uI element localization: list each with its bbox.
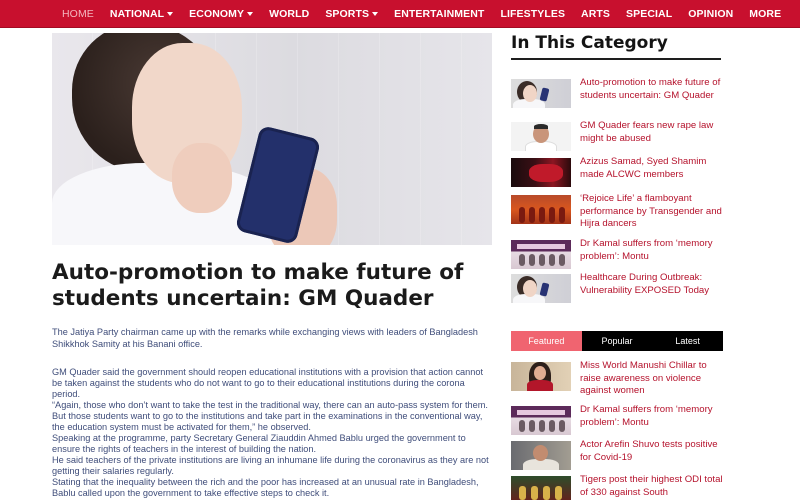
nav-item-economy[interactable]: ECONOMY <box>189 7 254 20</box>
nav-item-sports[interactable]: SPORTS <box>325 7 379 20</box>
category-item[interactable]: ‘Rejoice Life’ a flamboyant performance … <box>511 193 728 231</box>
category-item-title[interactable]: Auto-promotion to make future of student… <box>580 77 728 102</box>
cricket-crowd-thumbnail[interactable] <box>511 476 571 500</box>
category-item[interactable]: Healthcare During Outbreak: Vulnerabilit… <box>511 272 728 308</box>
article-paragraph: Stating that the inequality between the … <box>52 477 479 498</box>
nav-item-world[interactable]: WORLD <box>269 8 309 20</box>
nav-item-arts[interactable]: ARTS <box>581 8 610 20</box>
article-paragraph: GM Quader said the government should reo… <box>52 367 484 399</box>
nav-item-opinion[interactable]: OPINION <box>688 8 733 20</box>
featured-item[interactable]: Miss World Manushi Chillar to raise awar… <box>511 360 728 398</box>
nav-item-national[interactable]: NATIONAL <box>109 7 174 20</box>
category-item[interactable]: GM Quader fears new rape law might be ab… <box>511 120 728 156</box>
category-item-title[interactable]: Azizus Samad, Syed Shamim made ALCWC mem… <box>580 156 728 181</box>
category-item-title[interactable]: ‘Rejoice Life’ a flamboyant performance … <box>580 193 728 231</box>
nav-item-label: ECONOMY <box>189 7 245 20</box>
featured-item[interactable]: Dr Kamal suffers from ‘memory problem’: … <box>511 404 728 440</box>
article-title: Auto-promotion to make future of student… <box>52 260 464 311</box>
article-hero-image <box>52 33 492 245</box>
article-lead: The Jatiya Party chairman came up with t… <box>52 327 478 349</box>
featured-item[interactable]: Actor Arefin Shuvo tests positive for Co… <box>511 439 728 475</box>
man-portrait-thumbnail[interactable] <box>511 122 571 151</box>
tab-popular[interactable]: Popular <box>582 331 653 351</box>
tab-featured[interactable]: Featured <box>511 331 582 351</box>
category-item-title[interactable]: GM Quader fears new rape law might be ab… <box>580 120 728 145</box>
tab-latest[interactable]: Latest <box>652 331 723 351</box>
article-paragraph: “Again, those who don’t want to take the… <box>52 400 488 432</box>
actor-thumbnail[interactable] <box>511 441 571 470</box>
chevron-down-icon <box>247 11 254 16</box>
nav-item-entertainment[interactable]: ENTERTAINMENT <box>394 8 484 20</box>
nav-item-special[interactable]: SPECIAL <box>626 8 672 20</box>
hand-shape <box>172 143 232 213</box>
sidebar-divider <box>511 58 721 60</box>
category-item[interactable]: Dr Kamal suffers from ‘memory problem’: … <box>511 238 728 274</box>
featured-item-title[interactable]: Tigers post their highest ODI total of 3… <box>580 474 728 499</box>
article-paragraph: He said teachers of the private institut… <box>52 455 489 476</box>
featured-item-title[interactable]: Actor Arefin Shuvo tests positive for Co… <box>580 439 728 464</box>
nav-item-label: NATIONAL <box>109 7 165 20</box>
featured-item[interactable]: Tigers post their highest ODI total of 3… <box>511 474 728 500</box>
girl-phone-thumbnail[interactable] <box>511 274 571 303</box>
girl-phone-thumbnail[interactable] <box>511 79 571 108</box>
featured-item-title[interactable]: Miss World Manushi Chillar to raise awar… <box>580 360 728 398</box>
category-item-title[interactable]: Healthcare During Outbreak: Vulnerabilit… <box>580 272 728 297</box>
nav-item-lifestyles[interactable]: LIFESTYLES <box>500 8 565 20</box>
miss-world-thumbnail[interactable] <box>511 362 571 391</box>
press-event-thumbnail[interactable] <box>511 240 571 269</box>
chevron-down-icon <box>167 11 174 16</box>
featured-item-title[interactable]: Dr Kamal suffers from ‘memory problem’: … <box>580 404 728 429</box>
red-event-thumbnail[interactable] <box>511 158 571 187</box>
nav-item-label: SPORTS <box>325 7 370 20</box>
category-item[interactable]: Azizus Samad, Syed Shamim made ALCWC mem… <box>511 156 728 192</box>
stage-dancers-thumbnail[interactable] <box>511 195 571 224</box>
article-paragraph: Speaking at the programme, party Secreta… <box>52 433 466 454</box>
article-body: GM Quader said the government should reo… <box>52 367 492 499</box>
category-item[interactable]: Auto-promotion to make future of student… <box>511 77 728 113</box>
chevron-down-icon <box>372 11 379 16</box>
top-navigation-bar: HOME NATIONAL ECONOMY WORLD SPORTS ENTER… <box>0 0 800 28</box>
press-event-thumbnail[interactable] <box>511 406 571 435</box>
sidebar-heading: In This Category <box>511 33 668 53</box>
category-item-title[interactable]: Dr Kamal suffers from ‘memory problem’: … <box>580 238 728 263</box>
nav-item-more[interactable]: MORE <box>749 8 781 20</box>
sidebar-tab-bar: Featured Popular Latest <box>511 331 723 351</box>
nav-item-home[interactable]: HOME <box>62 8 94 20</box>
